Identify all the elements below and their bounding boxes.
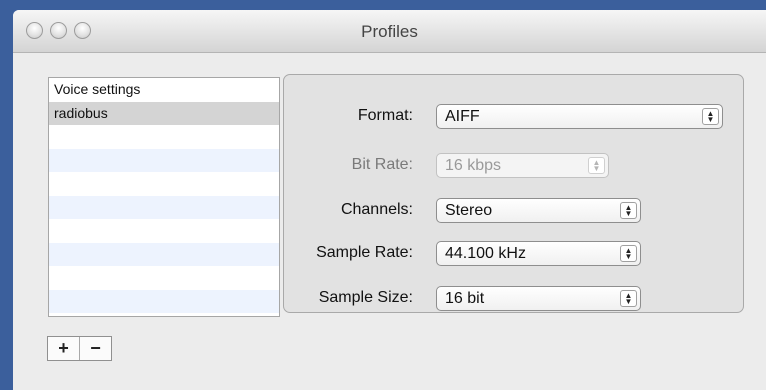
format-value: AIFF <box>445 108 480 125</box>
empty-row <box>49 219 279 243</box>
list-controls: + − <box>47 336 112 361</box>
sample-rate-value: 44.100 kHz <box>445 245 526 262</box>
up-down-arrows-icon: ▲ ▼ <box>620 202 637 219</box>
sample-rate-popup[interactable]: 44.100 kHz ▲ ▼ <box>436 241 641 266</box>
empty-row <box>49 266 279 290</box>
format-label: Format: <box>357 107 413 124</box>
empty-row <box>49 289 279 313</box>
up-down-arrows-icon: ▲ ▼ <box>588 157 605 174</box>
bit-rate-label: Bit Rate: <box>351 156 413 173</box>
up-down-arrows-icon: ▲ ▼ <box>702 108 719 125</box>
sample-size-label: Sample Size: <box>318 289 413 306</box>
title-bar[interactable]: Profiles <box>13 10 766 53</box>
empty-row <box>49 125 279 149</box>
sample-size-popup[interactable]: 16 bit ▲ ▼ <box>436 286 641 311</box>
empty-row <box>49 195 279 219</box>
profiles-list[interactable]: Voice settings radiobus <box>48 77 280 317</box>
channels-value: Stereo <box>445 202 493 219</box>
format-popup[interactable]: AIFF ▲ ▼ <box>436 104 723 129</box>
list-item[interactable]: Voice settings <box>49 78 279 102</box>
channels-popup[interactable]: Stereo ▲ ▼ <box>436 198 641 223</box>
remove-profile-button[interactable]: − <box>79 337 111 360</box>
add-profile-button[interactable]: + <box>48 337 79 360</box>
bit-rate-popup[interactable]: 16 kbps ▲ ▼ <box>436 153 609 178</box>
window-title: Profiles <box>361 22 418 41</box>
empty-row <box>49 148 279 172</box>
empty-row <box>49 242 279 266</box>
up-down-arrows-icon: ▲ ▼ <box>620 290 637 307</box>
profiles-window: Profiles Voice settings radiobus + − For… <box>13 10 766 390</box>
channels-label: Channels: <box>340 201 413 218</box>
empty-row <box>49 172 279 196</box>
empty-row <box>49 313 279 316</box>
sample-size-value: 16 bit <box>445 290 485 307</box>
up-down-arrows-icon: ▲ ▼ <box>620 245 637 262</box>
settings-group: Format: AIFF ▲ ▼ Bit Rate: 16 kbps ▲ ▼ Cha… <box>283 74 744 313</box>
sample-rate-label: Sample Rate: <box>316 244 413 261</box>
list-item-selected[interactable]: radiobus <box>49 101 279 125</box>
bit-rate-value: 16 kbps <box>445 157 502 174</box>
